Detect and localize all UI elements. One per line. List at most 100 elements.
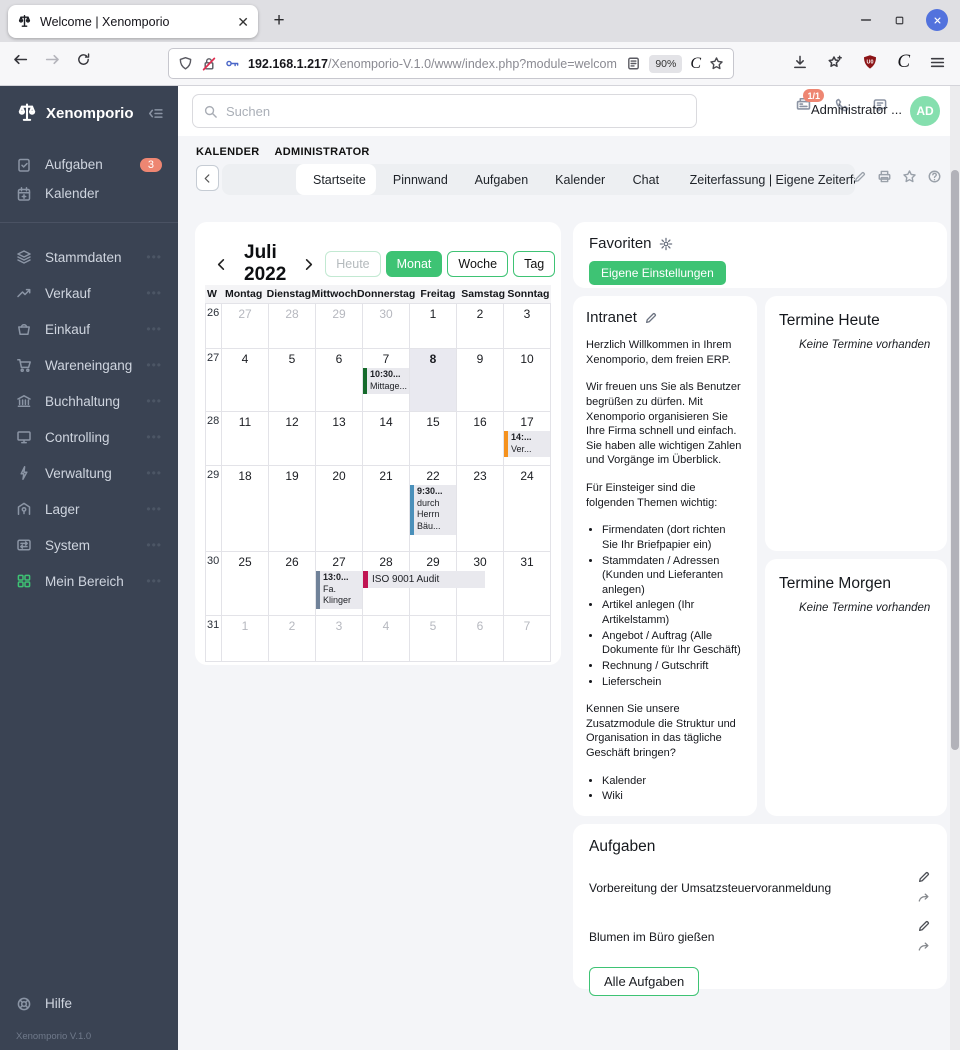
help-circle-icon[interactable]	[927, 169, 942, 184]
calendar-day-cell[interactable]: 10	[504, 349, 551, 412]
tab-back-button[interactable]	[196, 165, 219, 191]
calendar-prev-icon[interactable]	[209, 257, 234, 272]
calendar-day-cell[interactable]: 5	[410, 616, 457, 662]
more-dots-icon[interactable]: •••	[146, 286, 162, 300]
calendar-day-cell[interactable]: 29	[316, 304, 363, 349]
sidebar-item-system[interactable]: System •••	[0, 527, 178, 563]
calendar-day-cell[interactable]: 23	[457, 466, 504, 552]
calendar-day-cell[interactable]: 9	[457, 349, 504, 412]
extension-c-icon[interactable]: C	[690, 55, 701, 73]
calendar-day-cell[interactable]: 27	[222, 304, 269, 349]
menu-hamburger-icon[interactable]	[929, 54, 946, 71]
more-dots-icon[interactable]: •••	[146, 574, 162, 588]
more-dots-icon[interactable]: •••	[146, 466, 162, 480]
tab-chat[interactable]: Chat	[616, 164, 673, 195]
search-box[interactable]	[192, 94, 697, 128]
calendar-day-cell[interactable]: 17 14:... Ver...	[504, 412, 551, 466]
calendar-today-button[interactable]: Heute	[325, 251, 381, 277]
new-tab-button[interactable]: +	[266, 8, 292, 34]
calendar-day-cell[interactable]: 28	[269, 304, 316, 349]
calendar-day-cell[interactable]: 11	[222, 412, 269, 466]
calendar-day-cell[interactable]: 12	[269, 412, 316, 466]
more-dots-icon[interactable]: •••	[146, 538, 162, 552]
calendar-day-cell[interactable]: 3	[504, 304, 551, 349]
calendar-day-cell[interactable]: 3	[316, 616, 363, 662]
tab-startseite[interactable]: Startseite	[296, 164, 376, 195]
ublock-extension-icon[interactable]: U0	[862, 54, 878, 70]
bookmarks-menu-icon[interactable]	[827, 54, 843, 70]
calendar-event[interactable]: ISO 9001 Audit	[363, 571, 485, 588]
sidebar-item-mein-bereich[interactable]: Mein Bereich •••	[0, 563, 178, 599]
more-dots-icon[interactable]: •••	[146, 322, 162, 336]
calendar-day-cell[interactable]: 25	[222, 552, 269, 616]
calendar-day-cell[interactable]: 14	[363, 412, 410, 466]
tab-kalender[interactable]: Kalender	[538, 164, 616, 195]
calendar-event[interactable]: 13:0... Fa. Klinger	[316, 571, 362, 610]
window-restore-button[interactable]	[893, 14, 906, 27]
fax-device-icon[interactable]: 1/1	[795, 89, 824, 113]
window-close-button[interactable]	[926, 9, 948, 31]
calendar-day-cell[interactable]: 26	[269, 552, 316, 616]
extension-c-toolbar-icon[interactable]: C	[897, 51, 910, 73]
gear-icon[interactable]	[659, 237, 673, 251]
calendar-event[interactable]: 10:30... Mittage...	[363, 368, 409, 395]
password-key-icon[interactable]	[225, 56, 240, 71]
calendar-day-cell[interactable]: 4	[222, 349, 269, 412]
reload-button[interactable]	[76, 52, 91, 67]
calendar-day-cell[interactable]: 2	[269, 616, 316, 662]
calendar-day-cell[interactable]: 2	[457, 304, 504, 349]
tab-pinnwand[interactable]: Pinnwand	[376, 164, 458, 195]
more-dots-icon[interactable]: •••	[146, 358, 162, 372]
calendar-day-cell[interactable]: 24	[504, 466, 551, 552]
calendar-day-cell[interactable]: 6	[316, 349, 363, 412]
sidebar-item-verkauf[interactable]: Verkauf •••	[0, 275, 178, 311]
reader-mode-icon[interactable]	[626, 56, 641, 71]
sidebar-collapse-icon[interactable]	[147, 105, 164, 122]
scrollbar-thumb[interactable]	[951, 170, 959, 750]
pencil-icon[interactable]	[644, 311, 658, 325]
calendar-day-cell[interactable]: 7	[504, 616, 551, 662]
forward-task-icon[interactable]	[917, 891, 931, 905]
calendar-day-cell[interactable]: 5	[269, 349, 316, 412]
calendar-day-cell[interactable]: 16	[457, 412, 504, 466]
scrollbar-track[interactable]	[950, 86, 960, 1050]
calendar-event[interactable]: 14:... Ver...	[504, 431, 550, 458]
window-minimize-button[interactable]	[859, 13, 873, 27]
calendar-day-cell[interactable]: 27 13:0... Fa. Klinger	[316, 552, 363, 616]
url-bar[interactable]: 192.168.1.217/Xenomporio-V.1.0/www/index…	[168, 48, 734, 79]
forward-button[interactable]	[44, 51, 61, 68]
calendar-day-cell[interactable]: 31	[504, 552, 551, 616]
print-icon[interactable]	[877, 169, 892, 184]
forward-task-icon[interactable]	[917, 940, 931, 954]
user-menu-label[interactable]: Administrator ...	[811, 102, 902, 117]
sidebar-item-einkauf[interactable]: Einkauf •••	[0, 311, 178, 347]
calendar-day-cell[interactable]: 7 10:30... Mittage...	[363, 349, 410, 412]
avatar[interactable]: AD	[910, 96, 940, 126]
calendar-day-cell[interactable]: 13	[316, 412, 363, 466]
sidebar-item-verwaltung[interactable]: Verwaltung •••	[0, 455, 178, 491]
edit-task-icon[interactable]	[917, 870, 931, 884]
sidebar-item-lager[interactable]: Lager •••	[0, 491, 178, 527]
calendar-day-cell[interactable]: 15	[410, 412, 457, 466]
calendar-event[interactable]: 9:30... durch Herrn Bäu...	[410, 485, 456, 535]
sidebar-item-kalender[interactable]: Kalender	[0, 179, 178, 208]
calendar-week-button[interactable]: Woche	[447, 251, 509, 277]
more-dots-icon[interactable]: •••	[146, 430, 162, 444]
calendar-day-cell[interactable]: 4	[363, 616, 410, 662]
all-tasks-button[interactable]: Alle Aufgaben	[589, 967, 700, 996]
tab-close-icon[interactable]: ✕	[237, 15, 249, 29]
tab-zeiterfassung[interactable]: Zeiterfassung | Eigene Zeiterfa	[673, 164, 855, 195]
tracking-protection-icon[interactable]	[178, 56, 193, 71]
sidebar-item-controlling[interactable]: Controlling •••	[0, 419, 178, 455]
more-dots-icon[interactable]: •••	[146, 502, 162, 516]
more-dots-icon[interactable]: •••	[146, 394, 162, 408]
sidebar-item-stammdaten[interactable]: Stammdaten •••	[0, 239, 178, 275]
calendar-next-icon[interactable]	[296, 257, 321, 272]
calendar-day-cell[interactable]: 1	[222, 616, 269, 662]
sidebar-item-buchhaltung[interactable]: Buchhaltung •••	[0, 383, 178, 419]
calendar-day-cell[interactable]: 8	[410, 349, 457, 412]
page-zoom-badge[interactable]: 90%	[649, 54, 683, 73]
calendar-day-cell[interactable]: 21	[363, 466, 410, 552]
edit-task-icon[interactable]	[917, 919, 931, 933]
calendar-day-cell[interactable]: 22 9:30... durch Herrn Bäu...	[410, 466, 457, 552]
